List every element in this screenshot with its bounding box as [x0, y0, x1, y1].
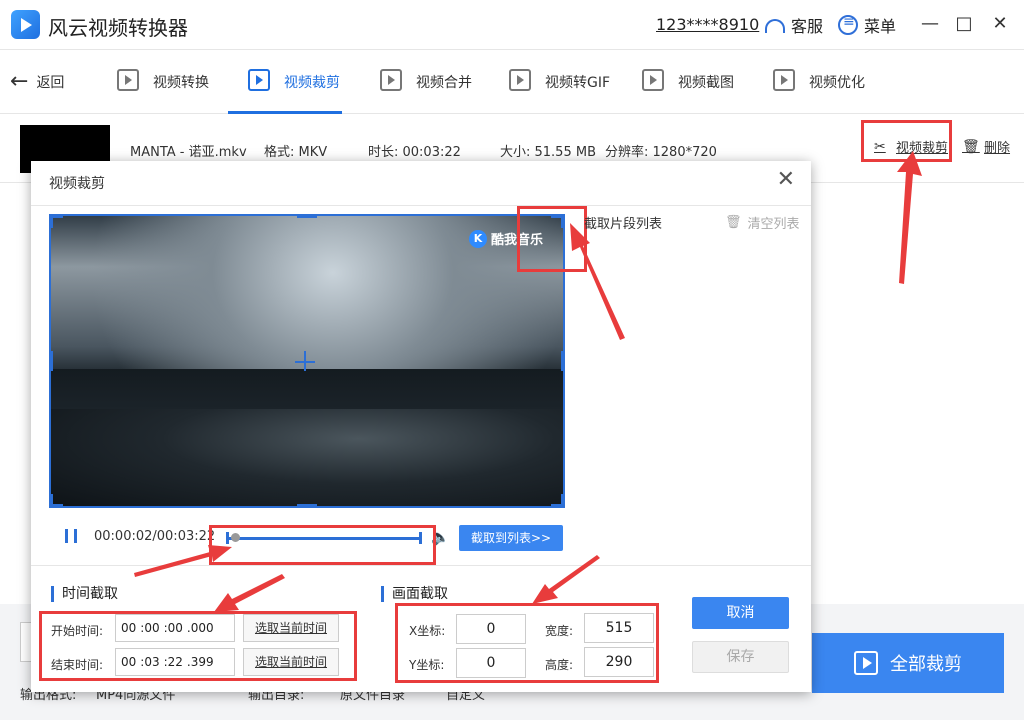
trash-icon: 🗑: [725, 215, 742, 230]
play-icon: [854, 651, 878, 675]
file-format: 格式: MKV: [264, 145, 328, 160]
menu-button[interactable]: 菜单: [838, 13, 896, 37]
minimize-button[interactable]: —: [918, 12, 942, 36]
tab-label: 视频优化: [809, 75, 865, 91]
video-crop-icon: [248, 69, 270, 91]
gif-icon: [509, 69, 531, 91]
maximize-button[interactable]: □: [952, 12, 976, 36]
crop-handle-bottom[interactable]: [297, 504, 317, 508]
crop-dialog: 视频裁剪 ✕ K 酷我音乐 截取片段列表 🗑 清空列表 00:00:02/00:…: [31, 161, 811, 692]
headset-icon: [765, 19, 785, 33]
app-logo-icon: [11, 10, 40, 39]
clear-list-label: 清空列表: [747, 217, 800, 232]
title-bar: 风云视频转换器 123****8910 客服 菜单 — □ ✕: [0, 0, 1024, 50]
tab-label: 视频合并: [416, 75, 472, 91]
tab-video-to-gif[interactable]: 视频转GIF: [509, 64, 610, 114]
clear-list-button[interactable]: 🗑 清空列表: [725, 213, 800, 232]
time-section-title: 时间截取: [51, 586, 118, 602]
close-window-button[interactable]: ✕: [988, 12, 1012, 36]
optimize-icon: [773, 69, 795, 91]
file-size: 大小: 51.55 MB: [500, 145, 596, 160]
tab-label: 视频裁剪: [284, 75, 340, 91]
tab-video-convert[interactable]: 视频转换: [117, 64, 209, 114]
crop-handle-top[interactable]: [297, 214, 317, 218]
tab-video-screenshot[interactable]: 视频截图: [642, 64, 734, 114]
crosshair-icon-v: [304, 351, 306, 371]
file-resolution: 分辨率: 1280*720: [605, 145, 717, 160]
crop-handle-right[interactable]: [561, 351, 565, 371]
feature-tab-bar: ← 返回 视频转换 视频裁剪 视频合并 视频转GIF 视频截图 视频优化: [0, 50, 1024, 114]
clip-list-title: 截取片段列表: [584, 217, 663, 232]
cut-all-label: 全部裁剪: [890, 654, 962, 675]
annotation-box: [517, 206, 587, 272]
dialog-close-button[interactable]: ✕: [777, 167, 795, 192]
tab-video-optimize[interactable]: 视频优化: [773, 64, 865, 114]
trash-icon: 🗑: [962, 138, 980, 155]
back-arrow-icon: ←: [10, 69, 29, 94]
tab-label: 视频转GIF: [545, 75, 611, 91]
annotation-box: [395, 603, 659, 683]
tab-video-merge[interactable]: 视频合并: [380, 64, 472, 114]
video-merge-icon: [380, 69, 402, 91]
annotation-box: [39, 611, 357, 681]
divider: [31, 565, 811, 566]
back-label: 返回: [36, 75, 65, 91]
customer-service-button[interactable]: 客服: [765, 13, 823, 37]
cancel-button[interactable]: 取消: [692, 597, 789, 629]
tab-label: 视频转换: [153, 75, 209, 91]
delete-action-label: 删除: [984, 141, 1011, 156]
playback-time: 00:00:02/00:03:22: [94, 529, 216, 544]
save-button[interactable]: 保存: [692, 641, 789, 673]
tab-video-crop[interactable]: 视频裁剪: [228, 64, 342, 114]
customer-service-label: 客服: [791, 17, 824, 36]
file-name: MANTA - 诺亚.mkv: [130, 145, 247, 160]
menu-label: 菜单: [864, 17, 897, 36]
frame-section-title: 画面截取: [381, 586, 448, 602]
crop-handle-left[interactable]: [49, 351, 53, 371]
screenshot-icon: [642, 69, 664, 91]
tab-label: 视频截图: [678, 75, 734, 91]
divider: [31, 205, 811, 206]
delete-action-button[interactable]: 🗑 删除: [962, 137, 1011, 157]
pause-icon[interactable]: [65, 529, 77, 543]
annotation-box: [861, 120, 952, 162]
account-link[interactable]: 123****8910: [656, 15, 759, 34]
video-convert-icon: [117, 69, 139, 91]
clip-to-list-button[interactable]: 截取到列表>>: [459, 525, 563, 551]
crop-handle-tl-v[interactable]: [49, 214, 53, 228]
back-button[interactable]: ← 返回: [10, 69, 65, 94]
annotation-box: [209, 525, 436, 565]
file-duration: 时长: 00:03:22: [368, 145, 461, 160]
crop-handle-bl-v[interactable]: [49, 494, 53, 508]
crop-handle-br-v[interactable]: [561, 494, 565, 508]
dialog-title: 视频裁剪: [49, 176, 105, 192]
kuwo-logo-icon: K: [469, 229, 487, 248]
app-title: 风云视频转换器: [48, 16, 188, 40]
menu-icon: [838, 14, 858, 35]
cut-all-button[interactable]: 全部裁剪: [812, 633, 1004, 693]
